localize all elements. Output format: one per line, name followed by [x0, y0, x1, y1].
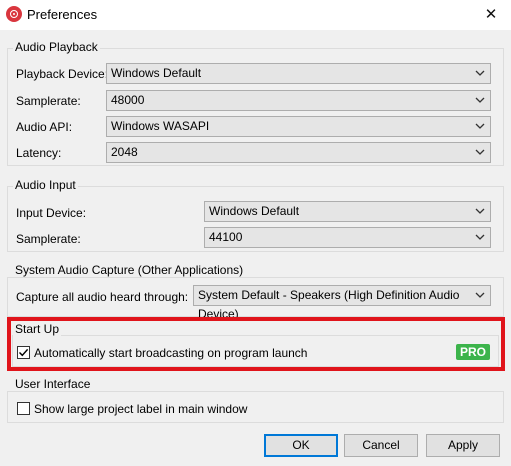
input-samplerate-label: Samplerate:	[16, 232, 81, 246]
chevron-down-icon	[475, 292, 485, 298]
audio-input-title: Audio Input	[13, 178, 78, 192]
input-samplerate-value: 44100	[209, 230, 243, 244]
user-interface-title: User Interface	[13, 377, 93, 391]
audio-playback-title: Audio Playback	[13, 40, 100, 54]
capture-label: Capture all audio heard through:	[16, 290, 189, 304]
audio-api-value: Windows WASAPI	[111, 119, 210, 133]
system-audio-capture-title: System Audio Capture (Other Applications…	[13, 263, 246, 277]
playback-device-label: Playback Device:	[16, 67, 109, 81]
highlight-frame	[7, 317, 505, 371]
chevron-down-icon	[475, 70, 485, 76]
chevron-down-icon	[475, 123, 485, 129]
large-label-label[interactable]: Show large project label in main window	[34, 402, 247, 416]
apply-button[interactable]: Apply	[426, 434, 500, 457]
chevron-down-icon	[475, 234, 485, 240]
cancel-button[interactable]: Cancel	[344, 434, 418, 457]
playback-samplerate-dropdown[interactable]: 48000	[106, 90, 491, 111]
input-device-dropdown[interactable]: Windows Default	[204, 201, 491, 222]
latency-value: 2048	[111, 145, 138, 159]
title-bar: Preferences ✕	[0, 0, 511, 30]
input-device-value: Windows Default	[209, 204, 300, 218]
playback-samplerate-value: 48000	[111, 93, 145, 107]
app-logo-icon	[6, 6, 22, 22]
chevron-down-icon	[475, 97, 485, 103]
audio-api-label: Audio API:	[16, 120, 73, 134]
capture-device-dropdown[interactable]: System Default - Speakers (High Definiti…	[193, 285, 491, 321]
window-title: Preferences	[27, 7, 98, 22]
dialog-body: Audio Playback Playback Device: Windows …	[0, 30, 511, 466]
playback-device-value: Windows Default	[111, 66, 202, 80]
chevron-down-icon	[475, 149, 485, 155]
latency-dropdown[interactable]: 2048	[106, 142, 491, 163]
playback-device-dropdown[interactable]: Windows Default	[106, 63, 491, 84]
latency-label: Latency:	[16, 146, 62, 160]
input-samplerate-dropdown[interactable]: 44100	[204, 227, 491, 248]
chevron-down-icon	[475, 208, 485, 214]
audio-api-dropdown[interactable]: Windows WASAPI	[106, 116, 491, 137]
samplerate-label: Samplerate:	[16, 94, 81, 108]
ok-button[interactable]: OK	[264, 434, 338, 457]
close-button[interactable]: ✕	[471, 0, 511, 30]
large-label-checkbox[interactable]	[17, 402, 30, 415]
input-device-label: Input Device:	[16, 206, 87, 220]
